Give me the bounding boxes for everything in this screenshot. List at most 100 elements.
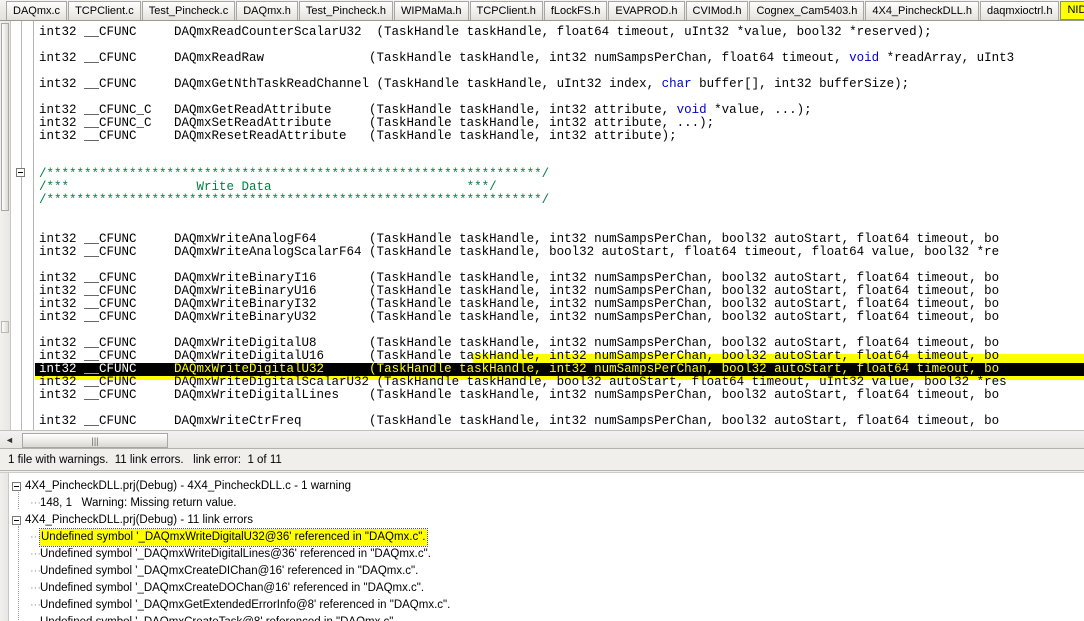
error-message-text: Undefined symbol '_DAQmxWriteDigitalLine… xyxy=(40,548,431,560)
editor-tab-evaprod-h[interactable]: EVAPROD.h xyxy=(608,1,685,20)
tree-collapse-icon[interactable] xyxy=(12,482,21,491)
code-text: int32 __CFUNC DAQmxGetNthTaskReadChannel… xyxy=(39,77,662,91)
editor-tab-4x4-pincheckdll-h[interactable]: 4X4_PincheckDLL.h xyxy=(865,1,980,20)
code-text-area[interactable]: int32 __CFUNC DAQmxReadCounterScalarU32 … xyxy=(35,21,1084,430)
error-group-row[interactable]: 4X4_PincheckDLL.prj(Debug) - 11 link err… xyxy=(12,512,253,529)
code-text: int32 __CFUNC DAQmxWriteBinaryI16 (TaskH… xyxy=(39,271,1000,285)
code-text: int32 __CFUNC xyxy=(39,362,175,376)
editor-fold-gutter xyxy=(12,21,34,430)
tab-label: daqmxioctrl.h xyxy=(987,4,1053,17)
code-text: *value, ...); xyxy=(706,103,812,117)
error-message-text: Undefined symbol '_DAQmxCreateDIChan@16'… xyxy=(40,565,419,577)
editor-tab-wipmama-h[interactable]: WIPMaMa.h xyxy=(394,1,469,20)
code-text: int32 __CFUNC DAQmxWriteBinaryU16 (TaskH… xyxy=(39,284,1000,298)
code-line: int32 __CFUNC DAQmxReadRaw (TaskHandle t… xyxy=(39,52,1014,65)
error-message-text: Undefined symbol '_DAQmxCreateTask@8' re… xyxy=(40,614,397,621)
editor-tab-daqmx-h[interactable]: DAQmx.h xyxy=(236,1,298,20)
tree-branch-icon: ··· xyxy=(30,582,41,594)
tree-branch-icon: ··· xyxy=(30,614,41,621)
error-message-text: 148, 1 Warning: Missing return value. xyxy=(40,497,237,509)
build-status-text: 1 file with warnings. 11 link errors. li… xyxy=(8,454,282,466)
tab-label: Cognex_Cam5403.h xyxy=(756,4,858,17)
tree-branch-icon: ··· xyxy=(30,497,41,509)
build-errors-panel[interactable]: 4X4_PincheckDLL.prj(Debug) - 4X4_Pinchec… xyxy=(0,472,1084,621)
editor-tab-tcpclient-c[interactable]: TCPClient.c xyxy=(68,1,141,20)
error-item-row[interactable]: ··· Undefined symbol '_DAQmxWriteDigitalL… xyxy=(30,546,431,563)
cvi-ide-window: DAQmx.c TCPClient.c Test_Pincheck.c DAQmx.h… xyxy=(0,0,1084,621)
tab-label: DAQmx.c xyxy=(13,4,61,17)
tab-label: NIDAQmx.h xyxy=(1067,4,1084,16)
tab-label: 4X4_PincheckDLL.h xyxy=(872,4,973,17)
code-comment: /***************************************… xyxy=(39,167,550,181)
editor-tab-cognex-cam5403-h[interactable]: Cognex_Cam5403.h xyxy=(749,1,865,20)
code-text: *readArray, uInt3 xyxy=(879,51,1015,65)
editor-horizontal-scrollbar[interactable]: ◄ ||| xyxy=(0,430,1084,449)
tree-collapse-icon[interactable] xyxy=(12,516,21,525)
code-comment: /***************************************… xyxy=(39,193,550,207)
vertical-scrollbar-marker[interactable] xyxy=(1,321,9,333)
code-line: int32 __CFUNC DAQmxResetReadAttribute (T… xyxy=(39,130,677,143)
tab-label: Test_Pincheck.c xyxy=(148,4,229,17)
code-text: buffer[], int32 bufferSize); xyxy=(691,77,910,91)
code-text: int32 __CFUNC DAQmxWriteDigitalLines (Ta… xyxy=(39,388,1000,402)
editor-tab-flockfs-h[interactable]: fLockFS.h xyxy=(543,1,608,20)
code-keyword: char xyxy=(661,77,692,91)
vertical-scrollbar-thumb[interactable] xyxy=(1,23,9,211)
code-text: int32 __CFUNC_C DAQmxSetReadAttribute (T… xyxy=(39,116,715,130)
error-item-row[interactable]: ··· Undefined symbol '_DAQmxGetExtendedEr… xyxy=(30,597,450,614)
code-text: int32 __CFUNC DAQmxWriteAnalogScalarF64 … xyxy=(39,245,1000,259)
code-comment: /*** Write Data ***/ xyxy=(39,180,497,194)
tree-branch-icon: ··· xyxy=(30,531,41,543)
code-text: int32 __CFUNC DAQmxWriteBinaryI32 (TaskH… xyxy=(39,297,1000,311)
editor-vertical-scrollbar[interactable] xyxy=(0,21,11,430)
fold-toggle-write-data[interactable] xyxy=(16,168,25,177)
code-line: int32 __CFUNC DAQmxGetNthTaskReadChannel… xyxy=(39,78,909,91)
tab-label: TCPClient.h xyxy=(476,4,536,17)
tree-branch-icon: ··· xyxy=(30,565,41,577)
code-line: int32 __CFUNC DAQmxReadCounterScalarU32 … xyxy=(39,26,932,39)
error-item-row[interactable]: ··· Undefined symbol '_DAQmxWriteDigitalU… xyxy=(30,528,428,547)
editor-tab-test-pincheck-h[interactable]: Test_Pincheck.h xyxy=(298,1,394,20)
tab-label: Test_Pincheck.h xyxy=(305,4,387,17)
error-message-text: 4X4_PincheckDLL.prj(Debug) - 11 link err… xyxy=(25,514,253,526)
code-text: int32 __CFUNC DAQmxReadCounterScalarU32 … xyxy=(39,25,932,39)
code-text: int32 __CFUNC DAQmxWriteBinaryU32 (TaskH… xyxy=(39,310,1000,324)
tree-guide-line xyxy=(18,526,20,621)
error-item-row[interactable]: ··· Undefined symbol '_DAQmxCreateDIChan@… xyxy=(30,563,418,580)
editor-tab-cvimod-h[interactable]: CVIMod.h xyxy=(685,1,749,20)
tree-guide-line xyxy=(18,492,20,509)
code-line: int32 __CFUNC DAQmxWriteBinaryU32 (TaskH… xyxy=(39,311,999,324)
tab-label: fLockFS.h xyxy=(550,4,601,17)
error-group-row[interactable]: 4X4_PincheckDLL.prj(Debug) - 4X4_Pinchec… xyxy=(12,478,351,495)
tree-branch-icon: ··· xyxy=(30,599,41,611)
code-text: int32 __CFUNC DAQmxWriteDigitalScalarU32… xyxy=(39,375,1007,389)
editor-tab-test-pincheck-c[interactable]: Test_Pincheck.c xyxy=(141,1,236,20)
editor-tab-daqmx-c[interactable]: DAQmx.c xyxy=(6,1,68,20)
hscroll-left-arrow-icon[interactable]: ◄ xyxy=(2,433,17,447)
tab-label: EVAPROD.h xyxy=(615,4,678,17)
error-item-row[interactable]: ···Undefined symbol '_DAQmxCreateTask@8'… xyxy=(30,614,397,621)
code-text: int32 __CFUNC DAQmxWriteAnalogF64 (TaskH… xyxy=(39,232,1000,246)
error-message-text: 4X4_PincheckDLL.prj(Debug) - 4X4_Pinchec… xyxy=(25,480,352,492)
code-keyword: void xyxy=(849,51,880,65)
error-message-text: Undefined symbol '_DAQmxWriteDigitalU32@… xyxy=(39,528,428,547)
tree-branch-icon: ··· xyxy=(30,548,41,560)
code-line: /***************************************… xyxy=(39,194,549,207)
code-line: int32 __CFUNC DAQmxWriteDigitalScalarU32… xyxy=(39,376,1007,389)
error-panel-left-strip xyxy=(0,473,9,621)
code-text: int32 __CFUNC DAQmxWriteDigitalU8 (TaskH… xyxy=(39,336,1000,350)
error-message-text: Undefined symbol '_DAQmxGetExtendedError… xyxy=(40,599,451,611)
code-line: int32 __CFUNC DAQmxWriteAnalogScalarF64 … xyxy=(39,246,999,259)
tab-label: TCPClient.c xyxy=(75,4,134,17)
code-text: int32 __CFUNC_C DAQmxGetReadAttribute (T… xyxy=(39,103,677,117)
hscroll-thumb[interactable]: ||| xyxy=(22,433,168,448)
tab-label: WIPMaMa.h xyxy=(401,4,462,17)
editor-tab-daqmxioctrl-h[interactable]: daqmxioctrl.h xyxy=(980,1,1060,20)
editor-tab-nidaqmx-h[interactable]: NIDAQmx.h xyxy=(1060,1,1084,20)
error-item-row[interactable]: ··· 148, 1 Warning: Missing return value. xyxy=(30,495,236,512)
source-editor-area: int32 __CFUNC DAQmxReadCounterScalarU32 … xyxy=(0,21,1084,430)
error-item-row[interactable]: ··· Undefined symbol '_DAQmxCreateDOChan@… xyxy=(30,580,424,597)
gutter-divider-line xyxy=(21,21,22,430)
editor-tab-tcpclient-h[interactable]: TCPClient.h xyxy=(469,1,543,20)
error-message-text: Undefined symbol '_DAQmxCreateDOChan@16'… xyxy=(40,582,425,594)
